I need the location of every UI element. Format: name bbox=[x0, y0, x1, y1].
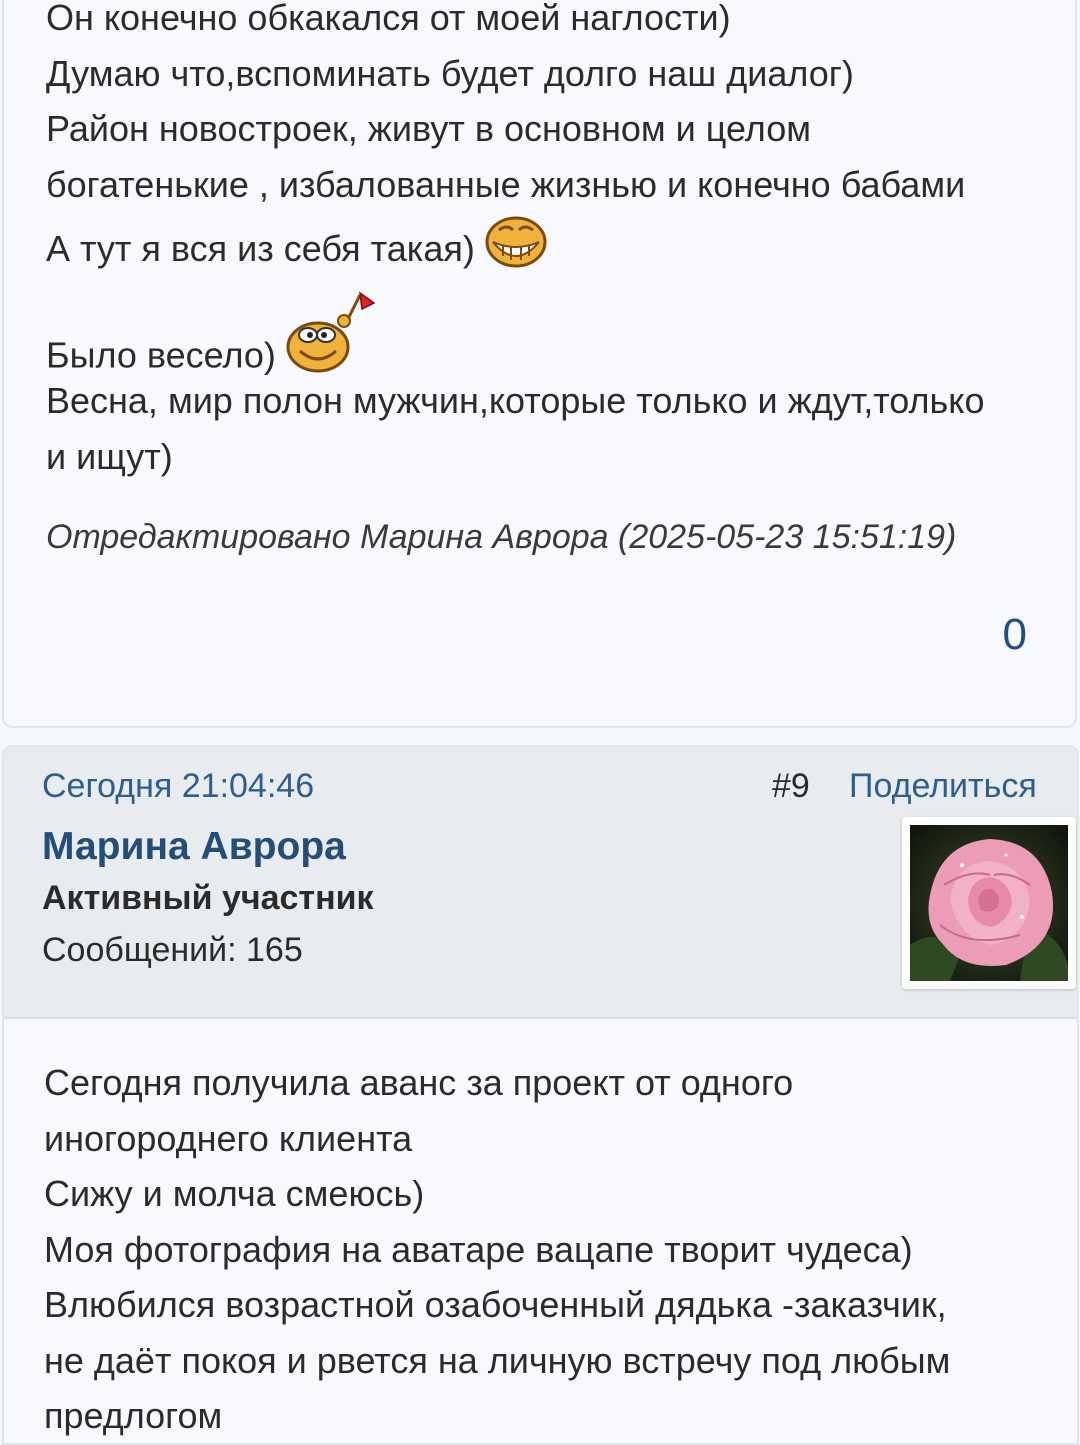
post-text: Он конечно обкакался от моей наглости) Д… bbox=[46, 0, 1046, 484]
post-text-line: Он конечно обкакался от моей наглости) bbox=[46, 0, 731, 38]
post-text-line: предлогом bbox=[44, 1395, 223, 1436]
post-text-line: Весна, мир полон мужчин,которые только и… bbox=[46, 380, 985, 421]
post-text: Сегодня получила аванс за проект от одно… bbox=[44, 1055, 1044, 1443]
post-text-line-text: Было весело) bbox=[46, 334, 276, 376]
flag-waving-smiley-icon bbox=[286, 287, 378, 401]
post-header: Сегодня 21:04:46 #9 Поделиться Марина Ав… bbox=[4, 747, 1077, 1019]
post-text-line: Район новостроек, живут в основном и цел… bbox=[46, 108, 811, 149]
grin-smiley-icon bbox=[485, 212, 547, 291]
post-text-line: А тут я вся из себя такая) bbox=[46, 212, 1046, 291]
post-text-line: и ищут) bbox=[46, 435, 173, 477]
post-text-line: Сижу и молча смеюсь) bbox=[44, 1173, 425, 1214]
post-text-line: Думаю что,вспоминать будет долго наш диа… bbox=[46, 52, 854, 94]
post-number: #9 bbox=[772, 767, 810, 805]
post-text-line-text: А тут я вся из себя такая) bbox=[46, 228, 475, 270]
author-rank: Активный участник bbox=[42, 879, 374, 917]
post-text-line: не даёт покоя и рвется на личную встречу… bbox=[44, 1339, 951, 1381]
post-text-line: Сегодня получила аванс за проект от одно… bbox=[44, 1062, 794, 1103]
share-link[interactable]: Поделиться bbox=[849, 767, 1037, 806]
post-text-line: Влюбился возрастной озабоченный дядька -… bbox=[44, 1284, 947, 1325]
post-text-line: богатенькие , избалованные жизнью и коне… bbox=[46, 163, 966, 205]
post-date-link[interactable]: Сегодня 21:04:46 bbox=[42, 767, 314, 806]
avatar[interactable] bbox=[902, 817, 1076, 989]
forum-post: Сегодня 21:04:46 #9 Поделиться Марина Ав… bbox=[2, 745, 1079, 1445]
author-name-link[interactable]: Марина Аврора bbox=[42, 825, 346, 869]
author-message-count: Сообщений: 165 bbox=[42, 931, 303, 969]
edited-note: Отредактировано Марина Аврора (2025-05-2… bbox=[46, 518, 957, 556]
post-text-line: Моя фотография на аватаре вацапе творит … bbox=[44, 1228, 913, 1270]
previous-post-body: Он конечно обкакался от моей наглости) Д… bbox=[2, 0, 1077, 728]
rose-avatar bbox=[910, 825, 1068, 981]
post-rating[interactable]: 0 bbox=[1003, 610, 1027, 660]
post-text-line: иногороднего клиента bbox=[44, 1117, 413, 1159]
post-text-line: Было весело) bbox=[46, 291, 1046, 376]
